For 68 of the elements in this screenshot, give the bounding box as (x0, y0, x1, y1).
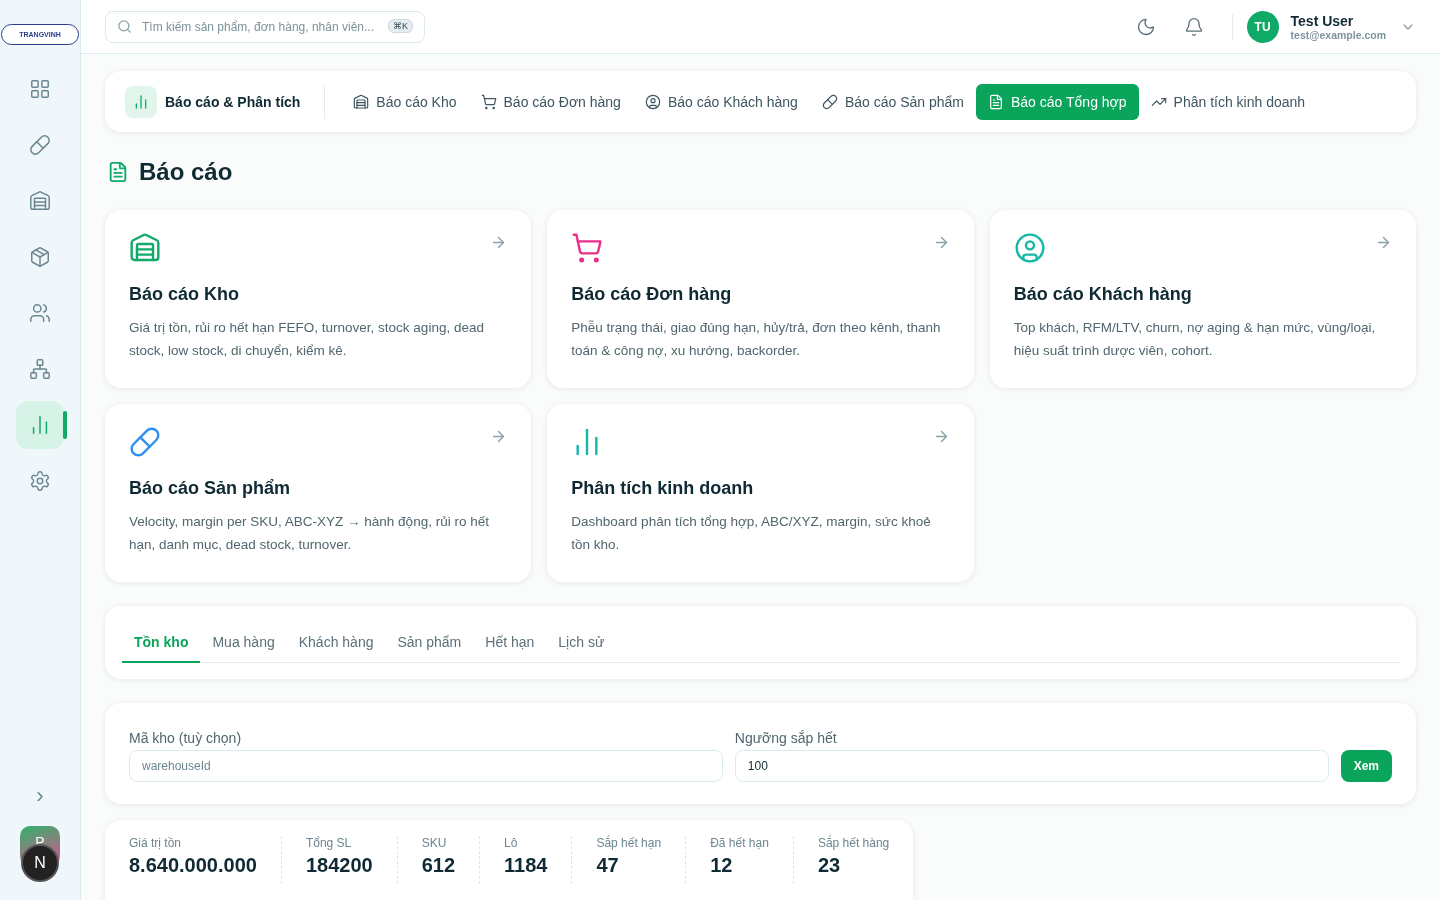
warehouse-icon (29, 190, 51, 212)
report-card[interactable]: Báo cáo Kho Giá trị tồn, rủi ro hết hạn FEFO, turnover, stock aging, dead stock, low stock, di chuyển, kiểm kê. (105, 210, 532, 388)
stat-label: Tổng SL (305, 836, 353, 850)
stat-value: 47 (596, 854, 620, 877)
stat-value: 23 (817, 854, 842, 877)
user-email: test@example.com (1290, 28, 1386, 41)
pill-icon (29, 134, 51, 156)
field-label: Ngưỡng sắp hết (734, 730, 838, 746)
card-description: Velocity, margin per SKU, ABC-XYZ → hành động, rủi ro hết hạn, danh mục, dead stock, turnover. (129, 513, 490, 554)
stat-label: Lô (504, 836, 519, 850)
card-description: Phễu trạng thái, giao đúng hạn, hủy/trả, đơn theo kênh, thanh toán & công nợ, xu hướng, backorder. (571, 319, 942, 360)
report-card[interactable]: Báo cáo Khách hàng Top khách, RFM/LTV, churn, nợ aging & hạn mức, vùng/loại, hiệu suất trình dược viên, cohort. (989, 210, 1416, 388)
expand-button[interactable]: › (30, 782, 50, 810)
report-nav-item[interactable]: Báo cáo Khách hàng (632, 83, 810, 120)
tab[interactable]: Mua hàng (200, 622, 287, 663)
tab[interactable]: Hết hạn (473, 622, 547, 663)
field-label: Mã kho (tuỳ chọn) (129, 730, 243, 746)
bar-chart-icon (133, 93, 149, 110)
moon-icon (1135, 16, 1156, 37)
bell-icon (1183, 16, 1204, 37)
cart-icon (480, 93, 497, 110)
report-card[interactable]: Báo cáo Sản phẩm Velocity, margin per SKU, ABC-XYZ → hành động, rủi ro hết hạn, danh mục, dead stock, turnover. (105, 404, 532, 582)
card-title: Báo cáo Khách hàng (1013, 284, 1193, 305)
stat-value: 612 (421, 854, 456, 877)
card-title: Phân tích kinh doanh (571, 478, 755, 499)
users-icon (29, 302, 51, 324)
warehouse-icon (353, 93, 370, 110)
report-card[interactable]: Báo cáo Đơn hàng Phễu trạng thái, giao đúng hạn, hủy/trả, đơn theo kênh, thanh toán & công nợ, xu hướng, backorder. (547, 210, 974, 388)
document-icon (107, 161, 129, 183)
stat-value: 12 (710, 854, 734, 877)
tab[interactable]: Sản phẩm (385, 622, 474, 663)
stat-value: 1184 (504, 854, 548, 877)
pill-icon (821, 93, 838, 110)
warehouse-input[interactable]: warehouseId (129, 750, 723, 782)
card-description: Giá trị tồn, rủi ro hết hạn FEFO, turnover, stock aging, dead stock, low stock, di chuyển, kiểm kê. (129, 319, 485, 360)
hierarchy-icon (29, 358, 51, 380)
stat-label: Sắp hết hàng (817, 836, 890, 850)
dev-badge[interactable]: N (21, 844, 59, 882)
dashboard-icon (29, 78, 51, 100)
search-icon (117, 18, 132, 34)
card-title: Báo cáo Sản phẩm (129, 478, 292, 499)
card-title: Báo cáo Kho (129, 284, 240, 305)
user-name: Test User (1290, 12, 1355, 29)
arrow-right-icon (1375, 234, 1392, 251)
stat-label: Đã hết hạn (710, 836, 769, 850)
box-icon (29, 246, 51, 268)
report-nav-item[interactable]: Báo cáo Sản phẩm (809, 83, 976, 120)
report-nav-item[interactable]: Phân tích kinh doanh (1138, 83, 1318, 120)
report-nav-item[interactable]: Báo cáo Kho (341, 83, 469, 120)
report-nav-title: Báo cáo & Phân tích (165, 93, 301, 110)
stat-label: SKU (421, 836, 448, 850)
card-title: Báo cáo Đơn hàng (571, 284, 733, 305)
report-nav-item[interactable]: Báo cáo Đơn hàng (468, 83, 633, 120)
threshold-input[interactable]: 100 (734, 750, 1329, 782)
page-title: Báo cáo (139, 158, 233, 186)
stat-label: Giá trị tồn (129, 836, 183, 850)
card-description: Dashboard phân tích tổng hợp, ABC/XYZ, margin, sức khoẻ tồn kho. (571, 513, 932, 554)
sidebar-item[interactable] (16, 401, 64, 449)
stat-value: 184200 (305, 854, 373, 877)
tab[interactable]: Khách hàng (286, 622, 386, 663)
card-description: Top khách, RFM/LTV, churn, nợ aging & hạn mức, vùng/loại, hiệu suất trình dược viên, cohort. (1013, 319, 1377, 360)
report-card[interactable]: Phân tích kinh doanh Dashboard phân tích tổng hợp, ABC/XYZ, margin, sức khoẻ tồn kho. (547, 404, 974, 582)
settings-icon (29, 470, 51, 492)
stat-value: 8.640.000.000 (129, 854, 257, 877)
stat-label: Sắp hết hạn (596, 836, 662, 850)
tab[interactable]: Lịch sử (546, 622, 617, 663)
document-icon (988, 93, 1004, 110)
user-circle-icon (644, 93, 661, 110)
